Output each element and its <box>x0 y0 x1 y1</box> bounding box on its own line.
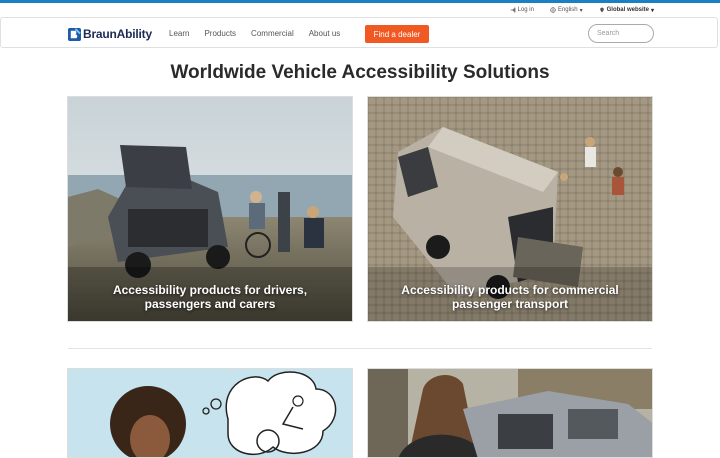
card-person-car[interactable] <box>367 368 653 458</box>
region-selector[interactable]: Global website ▾ <box>599 7 654 14</box>
utility-bar: Log in English ▾ Global website ▾ <box>510 5 654 15</box>
card-commercial-transport[interactable]: Accessibility products for commercial pa… <box>367 96 653 322</box>
main-navbar: BraunAbility Learn Products Commercial A… <box>0 17 718 48</box>
primary-menu: Learn Products Commercial About us <box>169 29 340 38</box>
search-input[interactable]: Search <box>588 24 654 43</box>
caret-down-icon: ▾ <box>579 7 583 14</box>
brand-name: BraunAbility <box>83 27 152 41</box>
card-woman-thinking[interactable] <box>67 368 353 458</box>
login-label: Log in <box>517 7 534 13</box>
nav-item-commercial[interactable]: Commercial <box>251 29 294 38</box>
page-title: Worldwide Vehicle Accessibility Solution… <box>170 62 550 83</box>
braunability-logo-icon <box>68 27 81 41</box>
top-stripe <box>0 0 720 3</box>
caption-line: Accessibility products for drivers, <box>112 283 308 297</box>
language-label: English <box>557 7 578 13</box>
caption-line: passengers and carers <box>144 297 276 311</box>
woman-thinking-photo <box>68 369 352 457</box>
card-caption-drivers: Accessibility products for drivers, pass… <box>68 283 352 311</box>
caret-down-icon: ▾ <box>650 7 654 14</box>
card-caption-commercial: Accessibility products for commercial pa… <box>368 283 652 311</box>
person-car-photo <box>368 369 652 457</box>
map-pin-icon <box>599 7 604 13</box>
nav-item-products[interactable]: Products <box>204 29 236 38</box>
region-label: Global website <box>606 7 649 13</box>
card-drivers-passengers[interactable]: Accessibility products for drivers, pass… <box>67 96 353 322</box>
brand-logo[interactable]: BraunAbility <box>68 27 152 41</box>
caption-line: passenger transport <box>451 297 569 311</box>
nav-item-about-us[interactable]: About us <box>309 29 341 38</box>
login-link[interactable]: Log in <box>510 7 534 13</box>
globe-icon <box>550 7 556 13</box>
nav-item-learn[interactable]: Learn <box>169 29 189 38</box>
find-dealer-button[interactable]: Find a dealer <box>365 25 429 43</box>
section-divider <box>68 348 652 349</box>
caption-line: Accessibility products for commercial <box>401 283 619 297</box>
language-selector[interactable]: English ▾ <box>550 7 583 14</box>
login-icon <box>510 7 515 13</box>
